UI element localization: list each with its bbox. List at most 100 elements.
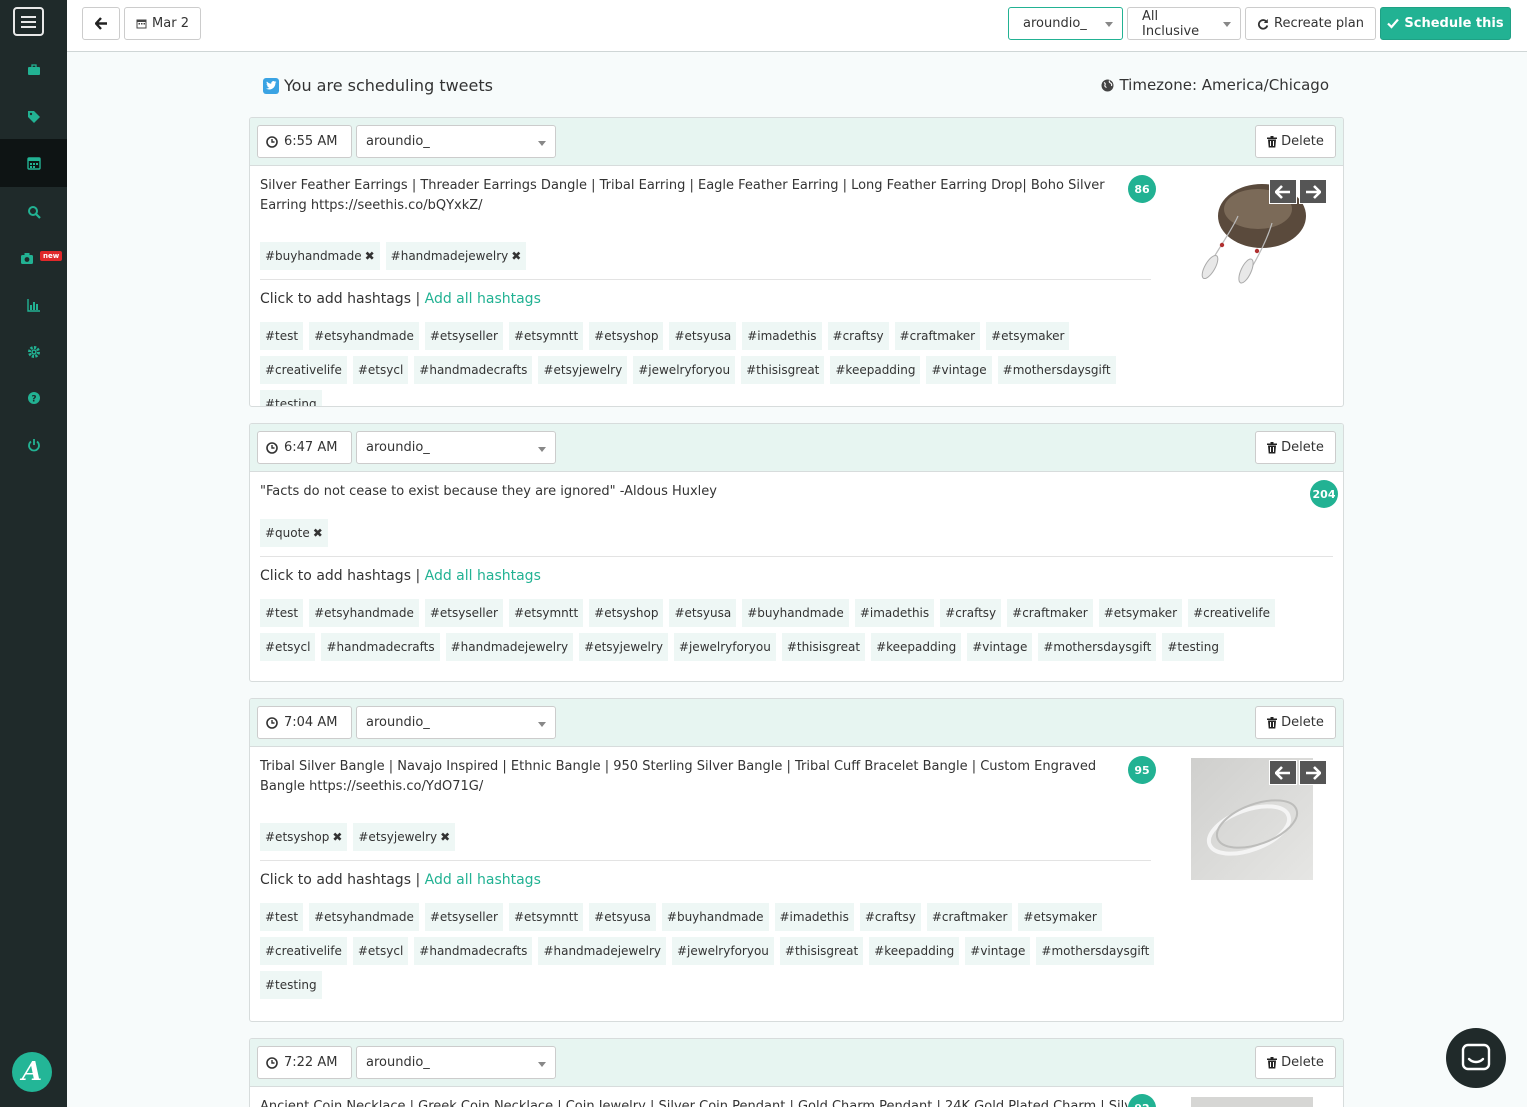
suggested-hashtag[interactable]: #etsymaker	[1098, 599, 1183, 627]
remove-icon[interactable]: ✖	[511, 249, 521, 263]
suggested-hashtag[interactable]: #jewelryforyou	[633, 356, 736, 384]
suggested-hashtag[interactable]: #keepadding	[871, 633, 962, 661]
suggested-hashtag[interactable]: #etsycl	[352, 937, 409, 965]
next-image-button[interactable]	[1299, 760, 1327, 785]
suggested-hashtag[interactable]: #thisisgreat	[741, 356, 825, 384]
add-all-hashtags-link[interactable]: Add all hashtags	[425, 872, 541, 888]
suggested-hashtag[interactable]: #handmadejewelry	[538, 937, 666, 965]
suggested-hashtag[interactable]: #mothersdaysgift	[1036, 937, 1155, 965]
suggested-hashtag[interactable]: #vintage	[967, 633, 1033, 661]
menu-toggle-button[interactable]	[13, 7, 44, 36]
add-all-hashtags-link[interactable]: Add all hashtags	[425, 568, 541, 584]
suggested-hashtag[interactable]: #mothersdaysgift	[997, 356, 1116, 384]
tweet-text[interactable]: "Facts do not cease to exist because the…	[260, 482, 1290, 502]
time-picker[interactable]: 7:22 AM	[257, 1046, 352, 1079]
suggested-hashtag[interactable]: #craftmaker	[1007, 599, 1093, 627]
sidebar-item-search[interactable]	[0, 188, 67, 236]
suggested-hashtag[interactable]: #etsymntt	[508, 903, 584, 931]
post-account-select[interactable]: aroundio_	[356, 706, 556, 739]
selected-hashtag[interactable]: #etsyshop ✖	[260, 823, 348, 851]
time-picker[interactable]: 6:55 AM	[257, 125, 352, 158]
suggested-hashtag[interactable]: #handmadecrafts	[321, 633, 440, 661]
sidebar-item-camera[interactable]: new	[0, 234, 67, 282]
delete-button[interactable]: Delete	[1255, 431, 1336, 464]
suggested-hashtag[interactable]: #craftmaker	[926, 903, 1013, 931]
prev-image-button[interactable]	[1269, 760, 1297, 785]
suggested-hashtag[interactable]: #craftsy	[940, 599, 1002, 627]
sidebar-item-briefcase[interactable]	[0, 46, 67, 94]
suggested-hashtag[interactable]: #keepadding	[869, 937, 960, 965]
suggested-hashtag[interactable]: #etsyusa	[669, 599, 737, 627]
tweet-text[interactable]: Ancient Coin Necklace | Greek Coin Neckl…	[260, 1097, 1128, 1107]
delete-button[interactable]: Delete	[1255, 125, 1336, 158]
suggested-hashtag[interactable]: #etsymaker	[1018, 903, 1102, 931]
suggested-hashtag[interactable]: #imadethis	[774, 903, 854, 931]
suggested-hashtag[interactable]: #buyhandmade	[742, 599, 849, 627]
post-account-select[interactable]: aroundio_	[356, 125, 556, 158]
suggested-hashtag[interactable]: #mothersdaysgift	[1038, 633, 1157, 661]
suggested-hashtag[interactable]: #etsyjewelry	[579, 633, 668, 661]
account-select[interactable]: aroundio_	[1008, 7, 1123, 40]
suggested-hashtag[interactable]: #thisisgreat	[781, 633, 866, 661]
remove-icon[interactable]: ✖	[440, 830, 450, 844]
suggested-hashtag[interactable]: #handmadecrafts	[414, 937, 533, 965]
sidebar-item-tags[interactable]	[0, 93, 67, 141]
suggested-hashtag[interactable]: #test	[260, 903, 304, 931]
post-account-select[interactable]: aroundio_	[356, 1046, 556, 1079]
suggested-hashtag[interactable]: #vintage	[965, 937, 1031, 965]
suggested-hashtag[interactable]: #keepadding	[830, 356, 921, 384]
suggested-hashtag[interactable]: #handmadecrafts	[414, 356, 533, 384]
suggested-hashtag[interactable]: #etsycl	[352, 356, 409, 384]
suggested-hashtag[interactable]: #imadethis	[854, 599, 935, 627]
suggested-hashtag[interactable]: #testing	[260, 390, 322, 406]
schedule-button[interactable]: Schedule this	[1380, 7, 1511, 40]
suggested-hashtag[interactable]: #craftmaker	[894, 322, 981, 350]
time-picker[interactable]: 6:47 AM	[257, 431, 352, 464]
selected-hashtag[interactable]: #etsyjewelry ✖	[353, 823, 456, 851]
suggested-hashtag[interactable]: #handmadejewelry	[445, 633, 574, 661]
suggested-hashtag[interactable]: #imadethis	[742, 322, 822, 350]
suggested-hashtag[interactable]: #buyhandmade	[661, 903, 769, 931]
suggested-hashtag[interactable]: #etsyseller	[424, 903, 503, 931]
suggested-hashtag[interactable]: #testing	[260, 971, 322, 999]
selected-hashtag[interactable]: #handmadejewelry ✖	[385, 242, 527, 270]
suggested-hashtag[interactable]: #etsyshop	[589, 322, 664, 350]
suggested-hashtag[interactable]: #etsymntt	[508, 599, 584, 627]
suggested-hashtag[interactable]: #etsyhandmade	[309, 322, 419, 350]
remove-icon[interactable]: ✖	[365, 249, 375, 263]
next-image-button[interactable]	[1299, 179, 1327, 204]
suggested-hashtag[interactable]: #etsyseller	[424, 322, 503, 350]
time-picker[interactable]: 7:04 AM	[257, 706, 352, 739]
recreate-plan-button[interactable]: Recreate plan	[1245, 7, 1376, 40]
suggested-hashtag[interactable]: #etsyjewelry	[538, 356, 628, 384]
date-picker-button[interactable]: Mar 2	[124, 7, 201, 40]
suggested-hashtag[interactable]: #craftsy	[859, 903, 921, 931]
suggested-hashtag[interactable]: #etsyhandmade	[309, 903, 419, 931]
suggested-hashtag[interactable]: #creativelife	[260, 356, 347, 384]
tweet-text[interactable]: Silver Feather Earrings | Threader Earri…	[260, 176, 1120, 216]
back-button[interactable]	[82, 7, 120, 40]
sidebar-item-stats[interactable]	[0, 281, 67, 329]
suggested-hashtag[interactable]: #etsymntt	[508, 322, 584, 350]
suggested-hashtag[interactable]: #etsycl	[260, 633, 316, 661]
suggested-hashtag[interactable]: #test	[260, 599, 304, 627]
selected-hashtag[interactable]: #buyhandmade ✖	[260, 242, 380, 270]
app-logo[interactable]: A	[12, 1052, 52, 1092]
suggested-hashtag[interactable]: #etsyusa	[589, 903, 656, 931]
suggested-hashtag[interactable]: #craftsy	[827, 322, 889, 350]
sidebar-item-logout[interactable]	[0, 421, 67, 469]
sidebar-item-help[interactable]: ?	[0, 374, 67, 422]
post-account-select[interactable]: aroundio_	[356, 431, 556, 464]
suggested-hashtag[interactable]: #creativelife	[1188, 599, 1275, 627]
suggested-hashtag[interactable]: #creativelife	[260, 937, 347, 965]
remove-icon[interactable]: ✖	[332, 830, 342, 844]
delete-button[interactable]: Delete	[1255, 706, 1336, 739]
remove-icon[interactable]: ✖	[313, 526, 323, 540]
suggested-hashtag[interactable]: #test	[260, 322, 304, 350]
suggested-hashtag[interactable]: #vintage	[926, 356, 992, 384]
prev-image-button[interactable]	[1269, 179, 1297, 204]
chat-widget-button[interactable]	[1446, 1028, 1506, 1088]
sidebar-item-calendar[interactable]	[0, 139, 67, 187]
suggested-hashtag[interactable]: #etsyhandmade	[309, 599, 419, 627]
sidebar-item-settings[interactable]	[0, 328, 67, 376]
